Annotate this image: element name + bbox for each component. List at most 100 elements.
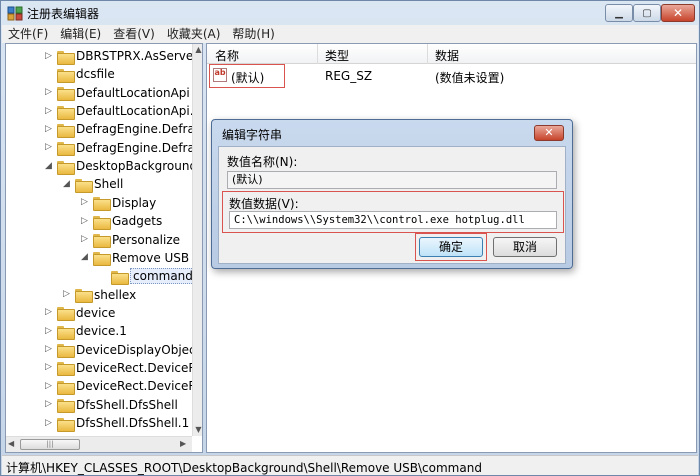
expand-icon[interactable]: ▷ (44, 124, 53, 134)
tree-item[interactable]: ◢ DesktopBackground (44, 157, 197, 175)
tree-item[interactable]: ▷ device.1 (44, 322, 127, 340)
column-separator[interactable] (427, 44, 428, 64)
value-data: (数值未设置) (435, 71, 505, 85)
expand-icon[interactable]: ▷ (44, 143, 53, 152)
tree-item[interactable]: dcsfile (44, 65, 115, 83)
tree-item[interactable]: ▷ DeviceRect.DeviceRec (44, 359, 202, 377)
tree-horizontal-scrollbar[interactable]: ◀ ||| ▶ (6, 436, 192, 452)
tree-item[interactable]: ▷ DfsShell.DfsShell.1 (44, 414, 189, 432)
highlight-box (222, 191, 564, 233)
edit-string-dialog: 编辑字符串 ✕ 数值名称(N): (默认) 数值数据(V): C:\\windo… (211, 119, 573, 269)
tree-item[interactable]: ▷ DefaultLocationApi.1 (44, 102, 201, 120)
expand-icon[interactable]: ▷ (44, 363, 53, 372)
folder-icon (57, 380, 75, 395)
tree-item-label: Display (112, 195, 157, 210)
folder-icon (57, 361, 75, 377)
tree-item-label: DfsShell.DfsShell (76, 397, 178, 412)
tree-item-label: DeviceDisplayObject (76, 342, 201, 357)
expand-icon[interactable]: ▷ (44, 418, 53, 428)
status-path: 计算机\HKEY_CLASSES_ROOT\DesktopBackground\… (6, 461, 482, 475)
expand-icon[interactable]: ▷ (44, 106, 53, 116)
dialog-close-button[interactable]: ✕ (534, 125, 564, 141)
scroll-thumb[interactable]: ||| (20, 439, 80, 450)
tree-item-label: shellex (94, 287, 137, 302)
scroll-right-icon[interactable]: ▶ (180, 439, 186, 448)
tree-item-label: dcsfile (76, 67, 115, 82)
close-icon: ✕ (672, 6, 684, 20)
collapse-icon[interactable]: ◢ (80, 253, 89, 262)
menu-help[interactable]: 帮助(H) (226, 25, 280, 43)
menu-favorites[interactable]: 收藏夹(A) (161, 25, 227, 43)
cancel-button[interactable]: 取消 (493, 237, 557, 257)
tree-vertical-scrollbar[interactable]: ▲ ▼ (192, 44, 202, 436)
expand-icon[interactable]: ▷ (44, 308, 53, 317)
tree-item-label: DefaultLocationApi (76, 85, 190, 100)
folder-icon (57, 123, 75, 138)
value-name-field[interactable]: (默认) (227, 171, 557, 189)
expand-icon[interactable]: ▷ (44, 88, 53, 97)
menu-edit[interactable]: 编辑(E) (54, 25, 107, 43)
folder-icon (57, 86, 75, 102)
tree-item[interactable]: ▷ DeviceRect.DeviceRec (44, 377, 203, 395)
tree-item[interactable]: ▷ DefragEngine.Defrag (44, 139, 202, 157)
folder-icon (75, 178, 93, 193)
expand-icon[interactable]: ▷ (80, 235, 89, 244)
column-header-data[interactable]: 数据 (435, 47, 459, 64)
expand-icon[interactable]: ▷ (80, 198, 89, 207)
dialog-title: 编辑字符串 (222, 128, 283, 142)
scroll-down-icon[interactable]: ▼ (193, 424, 202, 436)
expand-icon[interactable]: ▷ (44, 51, 53, 61)
collapse-icon[interactable]: ◢ (44, 161, 53, 171)
tree-item[interactable]: ▷ Gadgets (80, 212, 162, 230)
tree-item[interactable]: ▷ DfsShell.DfsShell (44, 396, 178, 414)
tree-item[interactable]: ▷ device (44, 304, 115, 322)
folder-icon (93, 196, 111, 212)
tree-item-label: DBRSTPRX.AsServer.1 (76, 49, 203, 63)
folder-icon (111, 270, 129, 285)
expand-icon (44, 70, 53, 79)
tree-item[interactable]: ▷ shellex (62, 286, 136, 304)
tree-item[interactable]: ▷ DeviceDisplayObject (44, 341, 200, 359)
expand-icon[interactable]: ▷ (44, 345, 53, 354)
tree-item-label: Shell (94, 177, 124, 192)
window-title: 注册表编辑器 (27, 7, 100, 21)
expand-icon[interactable]: ▷ (44, 326, 53, 336)
folder-icon (57, 325, 75, 340)
tree-item[interactable]: ◢ Shell (62, 175, 123, 193)
menu-file[interactable]: 文件(F) (2, 25, 54, 43)
folder-icon (57, 160, 75, 175)
tree-item[interactable]: ◢ Remove USB (80, 249, 189, 267)
scroll-left-icon[interactable]: ◀ (8, 439, 14, 448)
expand-icon[interactable]: ▷ (44, 400, 53, 409)
tree-item-label: DfsShell.DfsShell.1 (76, 416, 190, 430)
title-bar[interactable]: 注册表编辑器 ▁ ▢ ✕ (1, 1, 699, 25)
menu-view[interactable]: 查看(V) (107, 25, 161, 43)
collapse-icon[interactable]: ◢ (62, 179, 71, 189)
tree-item-label: Personalize (112, 232, 181, 247)
tree-item[interactable]: ▷ Display (80, 194, 156, 212)
tree-item[interactable]: ▷ DefaultLocationApi (44, 84, 190, 102)
column-header-name[interactable]: 名称 (215, 47, 239, 64)
tree-item[interactable]: command (98, 267, 196, 285)
tree-item[interactable]: ▷ DBRSTPRX.AsServer.1 (44, 47, 203, 65)
folder-icon (93, 251, 111, 267)
tree-item[interactable]: ▷ Personalize (80, 231, 180, 249)
scroll-up-icon[interactable]: ▲ (193, 44, 202, 56)
folder-icon (57, 105, 75, 120)
status-bar: 计算机\HKEY_CLASSES_ROOT\DesktopBackground\… (2, 455, 698, 475)
folder-icon (93, 215, 111, 230)
expand-icon[interactable]: ▷ (44, 381, 53, 391)
maximize-button[interactable]: ▢ (633, 4, 661, 22)
minimize-button[interactable]: ▁ (605, 4, 633, 22)
column-separator[interactable] (317, 44, 318, 64)
close-button[interactable]: ✕ (661, 4, 695, 22)
tree-item-label: DeviceRect.DeviceRec (76, 379, 203, 394)
list-header: 名称 类型 数据 (207, 44, 696, 64)
tree-item[interactable]: ▷ DefragEngine.Defrag (44, 120, 202, 138)
column-header-type[interactable]: 类型 (325, 47, 349, 64)
expand-icon[interactable]: ▷ (80, 216, 89, 226)
registry-tree[interactable]: ▷ DBRSTPRX.AsServer.1 dcsfile ▷ DefaultLocat… (5, 43, 203, 453)
expand-icon[interactable]: ▷ (62, 290, 71, 299)
value-type: REG_SZ (325, 69, 373, 83)
menu-bar: 文件(F) 编辑(E) 查看(V) 收藏夹(A) 帮助(H) (2, 25, 698, 43)
